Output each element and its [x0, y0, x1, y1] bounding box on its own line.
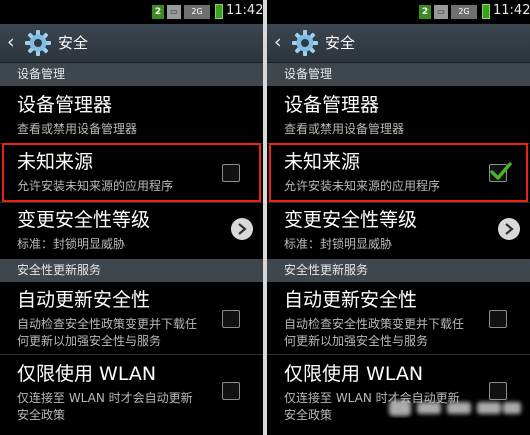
item-title: 未知来源: [17, 151, 94, 173]
item-summary-line2: 何更新以加强安全性与服务: [284, 334, 429, 348]
section-label: 设备管理: [17, 67, 66, 81]
unknown-sources-checkbox[interactable]: [489, 162, 512, 182]
list-item-security-level[interactable]: 变更安全性等级 标准：封锁明显威胁: [267, 203, 530, 259]
auto-update-checkbox[interactable]: [489, 310, 507, 328]
section-header-security-update: 安全性更新服务: [0, 259, 263, 282]
list-item-auto-update[interactable]: 自动更新安全性 自动检查安全性政策变更并下载任 何更新以加强安全性与服务: [0, 282, 263, 354]
network-type-indicator: 2G: [184, 5, 210, 19]
section-label: 安全性更新服务: [284, 263, 369, 277]
list-item-device-admin[interactable]: 设备管理器 查看或禁用设备管理器: [267, 86, 530, 143]
battery-icon: [215, 4, 223, 19]
item-title: 自动更新安全性: [17, 289, 151, 311]
item-title: 未知来源: [284, 151, 361, 173]
clock: 11:42: [493, 3, 530, 18]
section-label: 安全性更新服务: [17, 263, 102, 277]
status-bar: 2 ▭ 2G 11:42: [267, 0, 530, 24]
screenshot-after: 2 ▭ 2G 11:42 ‹ 安全 设备管理 设备管理器 查看或禁用设备管理器 …: [267, 0, 530, 435]
section-header-device-admin: 设备管理: [267, 63, 530, 86]
section-header-device-admin: 设备管理: [0, 63, 263, 86]
chevron-left-icon[interactable]: ‹: [274, 31, 282, 53]
list-item-wlan-only[interactable]: 仅限使用 WLAN 仅连接至 WLAN 时才会自动更新 安全政策: [0, 355, 263, 435]
gear-icon[interactable]: [24, 29, 52, 57]
chevron-left-icon[interactable]: ‹: [7, 31, 15, 53]
watermark-logo: [389, 400, 521, 416]
sd-card-icon: ▭: [167, 5, 181, 19]
item-summary-line2: 安全政策: [284, 408, 333, 422]
sd-card-icon: ▭: [434, 5, 448, 19]
item-summary: 查看或禁用设备管理器: [17, 122, 138, 136]
item-title: 仅限使用 WLAN: [284, 363, 424, 385]
screenshot-before: 2 ▭ 2G 11:42 ‹ 安全 设备管理 设备管理器 查看或禁用设备管理器 …: [0, 0, 263, 435]
list-item-security-level[interactable]: 变更安全性等级 标准：封锁明显威胁: [0, 203, 263, 259]
item-summary: 查看或禁用设备管理器: [284, 122, 405, 136]
gear-icon[interactable]: [291, 29, 319, 57]
action-bar: ‹ 安全: [267, 24, 530, 63]
item-summary: 允许安装未知来源的应用程序: [17, 179, 174, 193]
network-type-indicator: 2G: [451, 5, 477, 19]
list-item-device-admin[interactable]: 设备管理器 查看或禁用设备管理器: [0, 86, 263, 143]
item-title: 设备管理器: [17, 94, 113, 116]
sim-indicator: 2: [152, 5, 164, 19]
item-title: 设备管理器: [284, 94, 380, 116]
item-summary-line1: 自动检查安全性政策变更并下载任: [284, 317, 465, 331]
battery-icon: [482, 4, 490, 19]
item-title: 自动更新安全性: [284, 289, 418, 311]
auto-update-checkbox[interactable]: [222, 310, 240, 328]
item-summary: 允许安装未知来源的应用程序: [284, 179, 441, 193]
wlan-only-checkbox[interactable]: [222, 382, 240, 400]
page-title: 安全: [58, 34, 89, 52]
status-bar: 2 ▭ 2G 11:42: [0, 0, 263, 24]
section-label: 设备管理: [284, 67, 333, 81]
item-summary-line2: 安全政策: [17, 408, 66, 422]
item-summary-line1: 自动检查安全性政策变更并下载任: [17, 317, 198, 331]
item-summary: 标准：封锁明显威胁: [284, 237, 393, 251]
item-summary: 标准：封锁明显威胁: [17, 237, 126, 251]
chevron-right-icon[interactable]: [231, 218, 253, 240]
item-summary-line1: 仅连接至 WLAN 时才会自动更新: [17, 391, 193, 405]
section-header-security-update: 安全性更新服务: [267, 259, 530, 282]
unknown-sources-checkbox[interactable]: [222, 164, 240, 182]
clock: 11:42: [226, 3, 263, 18]
item-summary-line2: 何更新以加强安全性与服务: [17, 334, 162, 348]
checkmark-icon: [490, 162, 512, 180]
list-item-unknown-sources[interactable]: 未知来源 允许安装未知来源的应用程序: [0, 144, 263, 202]
chevron-right-icon[interactable]: [498, 218, 520, 240]
item-title: 仅限使用 WLAN: [17, 363, 157, 385]
list-item-auto-update[interactable]: 自动更新安全性 自动检查安全性政策变更并下载任 何更新以加强安全性与服务: [267, 282, 530, 354]
sim-indicator: 2: [419, 5, 431, 19]
item-title: 变更安全性等级: [17, 209, 151, 231]
action-bar: ‹ 安全: [0, 24, 263, 63]
list-item-unknown-sources[interactable]: 未知来源 允许安装未知来源的应用程序: [267, 144, 530, 202]
page-title: 安全: [325, 34, 356, 52]
item-title: 变更安全性等级: [284, 209, 418, 231]
